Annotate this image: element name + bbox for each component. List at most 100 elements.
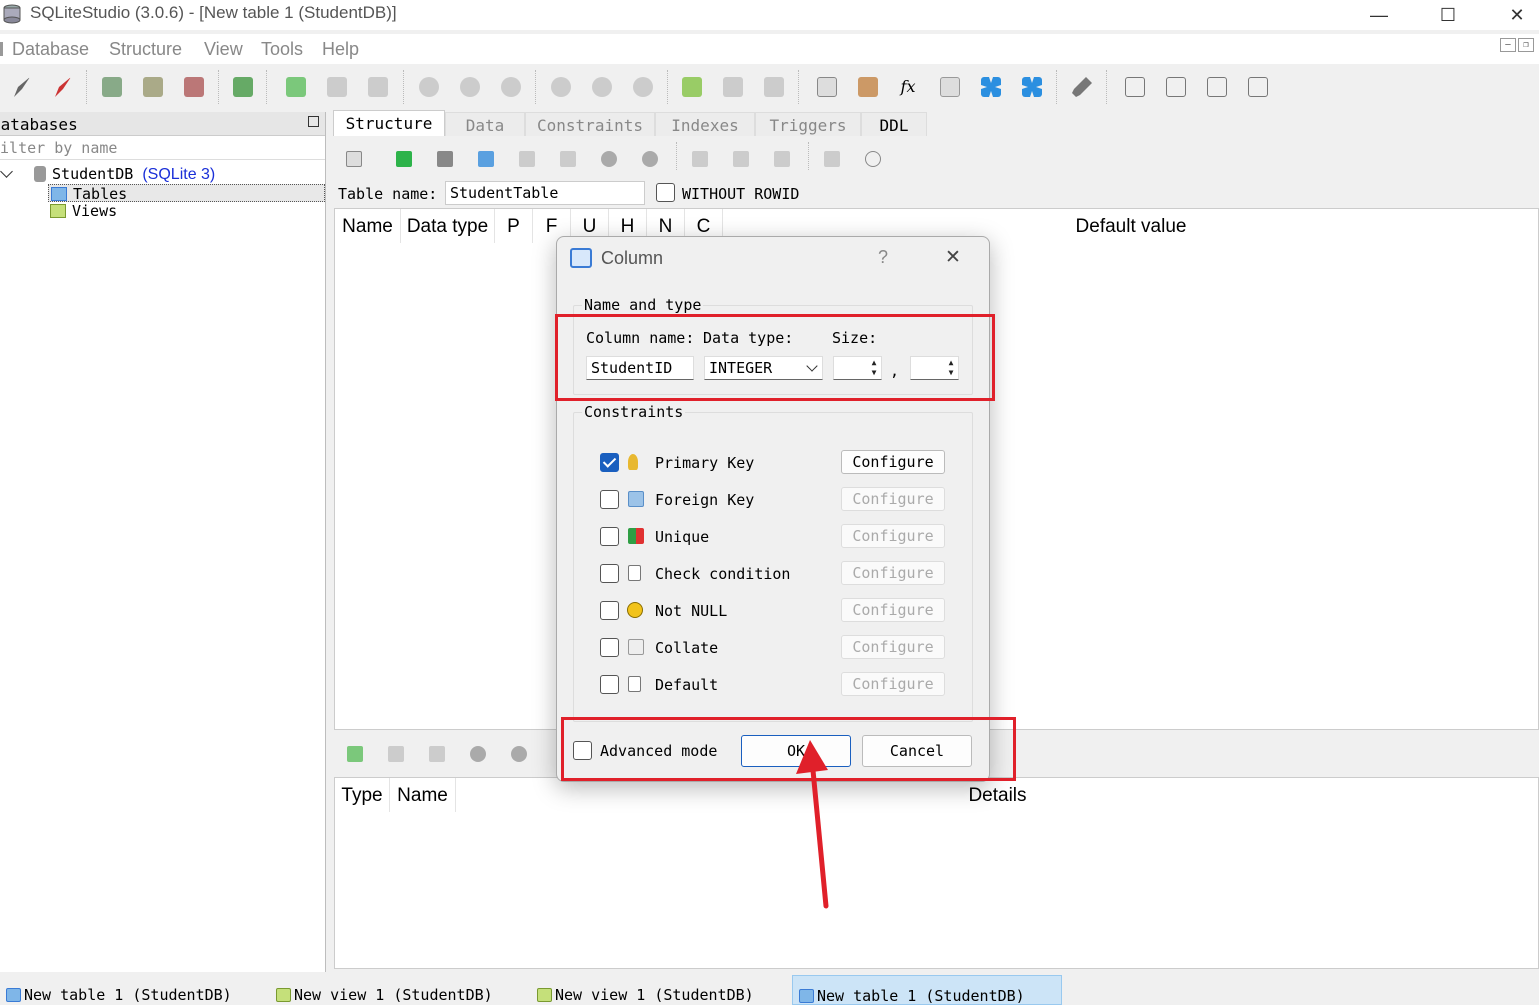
configure-unique-button[interactable]: Configure [841,524,945,548]
tab-indexes[interactable]: Indexes [655,112,755,136]
delete-trigger-icon[interactable] [633,77,653,97]
table-name-input[interactable]: StudentTable [445,181,645,205]
ddl-history-icon[interactable] [858,77,878,97]
tab-constraints[interactable]: Constraints [525,112,655,136]
tile-horizontal-icon[interactable] [1207,77,1227,97]
tab-ddl[interactable]: DDL [861,112,927,136]
reset-autoincrement-icon[interactable] [865,151,881,167]
menu-tools[interactable]: Tools [261,39,303,60]
collations-icon[interactable] [940,77,960,97]
cascade-windows-icon[interactable] [1248,77,1268,97]
move-constraint-up-icon[interactable] [470,746,486,762]
add-column-icon[interactable] [478,151,494,167]
menu-database[interactable]: Database [12,39,89,60]
import-structure-icon[interactable] [692,151,708,167]
move-column-down-icon[interactable] [642,151,658,167]
menu-view[interactable]: View [204,39,243,60]
new-trigger-icon[interactable] [551,77,571,97]
delete-constraint-icon[interactable] [429,746,445,762]
move-column-up-icon[interactable] [601,151,617,167]
delete-index-icon[interactable] [501,77,521,97]
tree-item-views[interactable]: Views [50,202,117,220]
configure-check-condition-button[interactable]: Configure [841,561,945,585]
edit-table-icon[interactable] [327,77,347,97]
disconnect-icon[interactable] [55,77,71,97]
column-header-p[interactable]: P [495,209,533,243]
populate-table-icon[interactable] [774,151,790,167]
column-header-name[interactable]: Name [335,209,401,243]
new-table-icon[interactable] [286,77,306,97]
add-database-icon[interactable] [102,77,122,97]
move-constraint-down-icon[interactable] [511,746,527,762]
not-null-checkbox[interactable] [600,601,619,620]
delete-view-icon[interactable] [764,77,784,97]
constraint-header-details[interactable]: Details [456,778,1539,812]
column-header-data-type[interactable]: Data type [401,209,495,243]
delete-column-icon[interactable] [560,151,576,167]
menu-structure[interactable]: Structure [109,39,182,60]
edit-view-icon[interactable] [723,77,743,97]
new-view-icon[interactable] [682,77,702,97]
tree-item-studentdb[interactable]: StudentDB (SQLite 3) [0,165,215,183]
constraint-header-name[interactable]: Name [390,778,456,812]
configure-collate-button[interactable]: Configure [841,635,945,659]
tab-triggers[interactable]: Triggers [755,112,861,136]
tab-structure[interactable]: Structure [333,110,445,136]
close-dialog-button[interactable]: ✕ [945,246,961,269]
refresh-database-icon[interactable] [233,77,253,97]
configure-not-null-button[interactable]: Configure [841,598,945,622]
rollback-structure-icon[interactable] [437,151,453,167]
panel-float-icon[interactable] [308,116,319,127]
delete-table-icon[interactable] [368,77,388,97]
database-filter-input[interactable]: Filter by name [0,136,325,160]
edit-constraint-icon[interactable] [388,746,404,762]
minimize-button[interactable]: — [1356,0,1402,30]
chevron-down-icon[interactable] [0,165,13,178]
export-structure-icon[interactable] [733,151,749,167]
view-icon [276,988,291,1002]
constraint-header-type[interactable]: Type [335,778,390,812]
functions-icon[interactable]: fx [898,77,918,97]
task-new-table-1[interactable]: New table 1 (StudentDB) [0,975,262,1005]
sql-editor-icon[interactable] [817,77,837,97]
tree-item-tables[interactable]: Tables [48,184,325,203]
commit-structure-icon[interactable] [396,151,412,167]
configure-primary-key-button[interactable]: Configure [841,450,945,474]
tile-windows-icon[interactable] [1125,77,1145,97]
tile-vertical-icon[interactable] [1166,77,1186,97]
edit-database-icon[interactable] [143,77,163,97]
refresh-structure-icon[interactable] [346,151,362,167]
close-window-button[interactable]: ✕ [1494,0,1539,30]
edit-index-icon[interactable] [460,77,480,97]
collate-checkbox[interactable] [600,638,619,657]
without-rowid-checkbox[interactable] [656,183,675,202]
edit-trigger-icon[interactable] [592,77,612,97]
settings-wrench-icon[interactable] [1072,77,1092,97]
foreign-key-checkbox[interactable] [600,490,619,509]
primary-key-checkbox[interactable] [600,453,619,472]
maximize-button[interactable]: ☐ [1425,0,1471,30]
task-new-view-1[interactable]: New view 1 (StudentDB) [270,975,532,1005]
help-button[interactable]: ? [878,247,888,268]
remove-database-icon[interactable] [184,77,204,97]
import-icon[interactable] [981,77,1001,97]
add-constraint-icon[interactable] [347,746,363,762]
export-icon[interactable] [1022,77,1042,97]
check-condition-checkbox[interactable] [600,564,619,583]
mdi-minimize-button[interactable]: – [1500,38,1516,52]
edit-column-icon[interactable] [519,151,535,167]
unique-checkbox[interactable] [600,527,619,546]
task-new-view-2[interactable]: New view 1 (StudentDB) [531,975,793,1005]
mdi-restore-button[interactable]: ❐ [1518,38,1534,52]
menu-help[interactable]: Help [322,39,359,60]
new-index-icon[interactable] [419,77,439,97]
configure-foreign-key-button[interactable]: Configure [841,487,945,511]
task-new-table-1-active[interactable]: New table 1 (StudentDB) [792,975,1062,1005]
connect-icon[interactable] [14,77,30,97]
configure-default-button[interactable]: Configure [841,672,945,696]
constraints-table[interactable]: Type Name Details [334,777,1539,969]
default-checkbox[interactable] [600,675,619,694]
checklist-icon [628,565,641,581]
tab-data[interactable]: Data [445,112,525,136]
create-similar-icon[interactable] [824,151,840,167]
